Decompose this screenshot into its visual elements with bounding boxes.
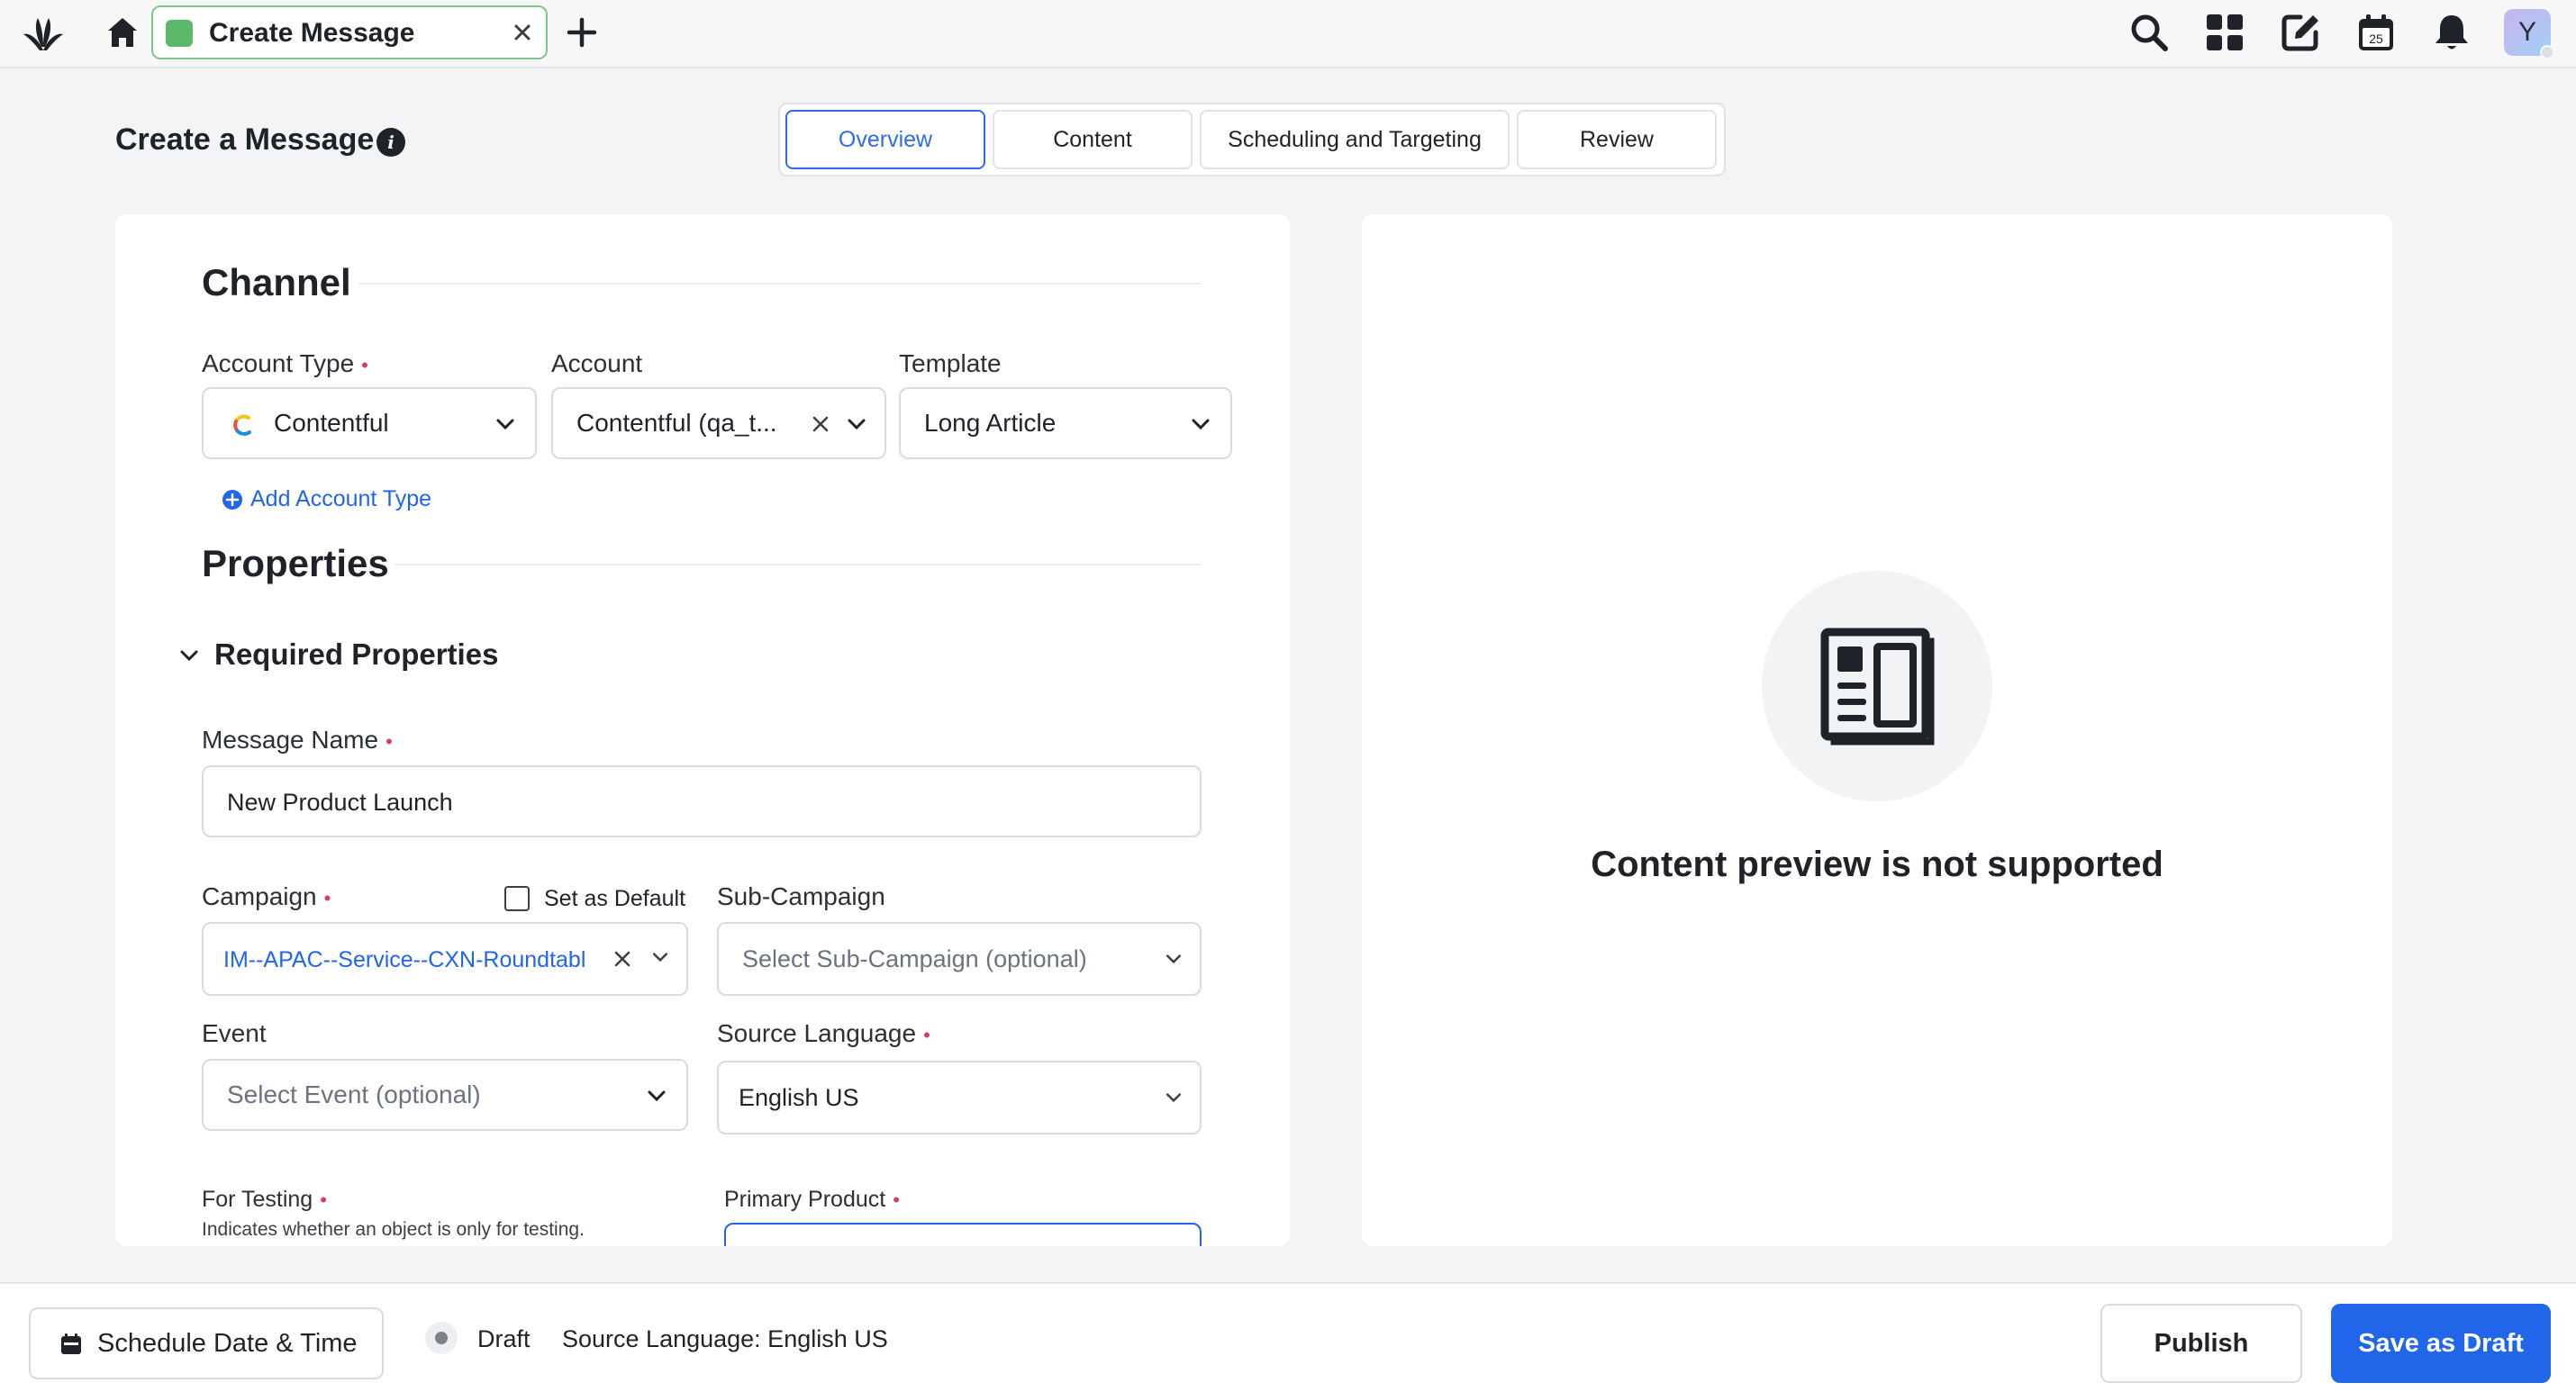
search-icon[interactable] bbox=[2127, 11, 2171, 54]
primary-product-select[interactable] bbox=[724, 1223, 1202, 1246]
message-name-input[interactable]: New Product Launch bbox=[202, 765, 1202, 837]
calendar-icon bbox=[61, 1333, 81, 1354]
status-text: Draft bbox=[477, 1325, 531, 1352]
section-divider bbox=[358, 283, 1202, 285]
article-preview-icon bbox=[1820, 628, 1935, 746]
calendar-day: 25 bbox=[2369, 32, 2383, 46]
chevron-down-icon bbox=[648, 1090, 666, 1102]
preview-unsupported-message: Content preview is not supported bbox=[1591, 845, 2163, 884]
content-preview-card: Content preview is not supported bbox=[1362, 214, 2392, 1246]
chevron-down-icon bbox=[1166, 1093, 1182, 1103]
chevron-down-icon bbox=[848, 419, 866, 430]
clear-account-icon[interactable] bbox=[811, 414, 830, 434]
add-account-type-label: Add Account Type bbox=[250, 486, 432, 511]
chevron-down-icon bbox=[652, 953, 668, 963]
for-testing-label: For Testing • bbox=[202, 1187, 327, 1212]
campaign-value: IM--APAC--Service--CXN-Roundtabl bbox=[223, 947, 586, 972]
template-value: Long Article bbox=[924, 409, 1057, 437]
message-form-card: Channel Account Type • Contentful Account… bbox=[115, 214, 1290, 1246]
apps-grid-icon[interactable] bbox=[2203, 11, 2246, 54]
status-dot bbox=[435, 1332, 448, 1344]
tab-create-message[interactable]: Create Message bbox=[151, 5, 548, 59]
sub-campaign-placeholder: Select Sub-Campaign (optional) bbox=[742, 945, 1087, 972]
campaign-label: Campaign • bbox=[202, 882, 331, 910]
checkbox-box bbox=[504, 886, 530, 911]
chevron-down-icon bbox=[1166, 954, 1182, 964]
step-tabs: Overview Content Scheduling and Targetin… bbox=[778, 103, 1726, 176]
schedule-label: Schedule Date & Time bbox=[97, 1329, 358, 1358]
account-value: Contentful (qa_t... bbox=[576, 409, 777, 437]
tab-scheduling-and-targeting[interactable]: Scheduling and Targeting bbox=[1200, 110, 1510, 169]
publish-button[interactable]: Publish bbox=[2100, 1304, 2302, 1383]
preview-placeholder-circle bbox=[1762, 571, 1992, 801]
account-type-value: Contentful bbox=[274, 409, 389, 437]
compose-edit-icon[interactable] bbox=[2279, 11, 2322, 54]
campaign-select[interactable]: IM--APAC--Service--CXN-Roundtabl bbox=[202, 922, 688, 996]
contentful-logo-icon bbox=[233, 414, 251, 436]
sub-campaign-select[interactable]: Select Sub-Campaign (optional) bbox=[717, 922, 1202, 996]
add-circle-icon bbox=[222, 490, 242, 510]
source-language-status: Source Language: English US bbox=[562, 1325, 888, 1352]
schedule-date-time-button[interactable]: Schedule Date & Time bbox=[29, 1307, 384, 1379]
home-icon[interactable] bbox=[104, 14, 141, 50]
app-logo-icon[interactable] bbox=[20, 11, 67, 58]
section-divider bbox=[395, 564, 1202, 565]
bottom-action-bar: Schedule Date & Time Draft Source Langua… bbox=[0, 1282, 2576, 1392]
account-type-label: Account Type • bbox=[202, 349, 368, 377]
sub-campaign-label: Sub-Campaign bbox=[717, 882, 885, 910]
tab-review[interactable]: Review bbox=[1517, 110, 1717, 169]
message-tab-icon bbox=[166, 20, 193, 47]
template-select[interactable]: Long Article bbox=[899, 387, 1232, 459]
message-name-label: Message Name • bbox=[202, 726, 393, 754]
source-language-value: English US bbox=[739, 1084, 859, 1111]
template-label: Template bbox=[899, 349, 1002, 377]
info-icon[interactable]: i bbox=[376, 128, 405, 157]
draft-status-indicator bbox=[425, 1322, 458, 1354]
close-tab-icon[interactable] bbox=[508, 18, 537, 47]
tab-title: Create Message bbox=[209, 18, 415, 48]
event-label: Event bbox=[202, 1019, 267, 1047]
save-as-draft-button[interactable]: Save as Draft bbox=[2331, 1304, 2551, 1383]
account-select[interactable]: Contentful (qa_t... bbox=[551, 387, 886, 459]
event-select[interactable]: Select Event (optional) bbox=[202, 1059, 688, 1131]
primary-product-label: Primary Product • bbox=[724, 1187, 900, 1212]
source-language-label: Source Language • bbox=[717, 1019, 930, 1047]
tab-overview[interactable]: Overview bbox=[785, 110, 985, 169]
calendar-icon[interactable]: 25 bbox=[2354, 11, 2398, 54]
chevron-down-icon bbox=[496, 419, 514, 430]
notifications-bell-icon[interactable] bbox=[2430, 11, 2473, 54]
new-tab-plus-icon[interactable] bbox=[562, 13, 602, 52]
properties-section-title: Properties bbox=[202, 542, 389, 584]
required-properties-title: Required Properties bbox=[214, 637, 499, 671]
chevron-down-icon bbox=[1192, 419, 1210, 430]
account-label: Account bbox=[551, 349, 643, 377]
set-as-default-label: Set as Default bbox=[544, 886, 686, 911]
clear-campaign-icon[interactable] bbox=[612, 949, 632, 969]
page-title: Create a Message bbox=[115, 122, 375, 157]
chevron-down-icon bbox=[180, 650, 198, 662]
top-bar: Create Message 25 Y bbox=[0, 0, 2576, 68]
channel-section-title: Channel bbox=[202, 261, 351, 303]
account-type-select[interactable]: Contentful bbox=[202, 387, 537, 459]
tab-content[interactable]: Content bbox=[993, 110, 1193, 169]
for-testing-help-text: Indicates whether an object is only for … bbox=[202, 1219, 585, 1240]
message-name-value: New Product Launch bbox=[227, 789, 453, 816]
source-language-select[interactable]: English US bbox=[717, 1061, 1202, 1134]
event-placeholder: Select Event (optional) bbox=[227, 1080, 481, 1108]
avatar-initial: Y bbox=[2517, 17, 2536, 47]
user-avatar[interactable]: Y bbox=[2504, 9, 2554, 59]
presence-dot bbox=[2540, 45, 2554, 59]
